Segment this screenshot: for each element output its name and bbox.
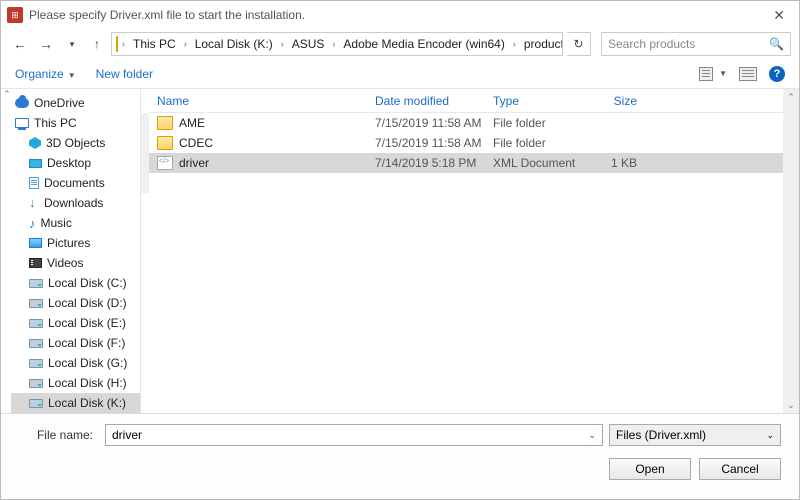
column-name[interactable]: Name xyxy=(149,94,367,108)
tree-item-music[interactable]: ♪Music xyxy=(11,213,140,233)
column-type[interactable]: Type xyxy=(485,94,583,108)
tree-item-label: Local Disk (C:) xyxy=(48,276,127,290)
scroll-down-icon[interactable]: ⌄ xyxy=(783,397,799,413)
breadcrumb-item[interactable]: ASUS xyxy=(288,37,329,51)
chevron-up-icon[interactable]: ⌃ xyxy=(1,89,13,100)
file-row[interactable]: driver7/14/2019 5:18 PMXML Document1 KB xyxy=(149,153,799,173)
tree-item-label: 3D Objects xyxy=(46,136,105,150)
cancel-button[interactable]: Cancel xyxy=(699,458,781,480)
tree-item-downloads[interactable]: Downloads xyxy=(11,193,140,213)
filename-input[interactable]: ⌄ xyxy=(105,424,603,446)
file-type-filter[interactable]: Files (Driver.xml) ⌄ xyxy=(609,424,781,446)
tree-item-local-disk-f-[interactable]: Local Disk (F:) xyxy=(11,333,140,353)
tree-item-label: Downloads xyxy=(44,196,103,210)
tree-item-label: Local Disk (F:) xyxy=(48,336,125,350)
tree-item-label: Local Disk (H:) xyxy=(48,376,127,390)
folder-icon xyxy=(157,136,173,150)
tree-item-local-disk-g-[interactable]: Local Disk (G:) xyxy=(11,353,140,373)
forward-button[interactable]: → xyxy=(35,36,57,52)
tree-item-label: Local Disk (K:) xyxy=(48,396,126,410)
view-options-button[interactable]: ▼ xyxy=(699,67,727,81)
chevron-right-icon: › xyxy=(279,39,286,49)
tree-item-label: Documents xyxy=(44,176,105,190)
tree-item-label: This PC xyxy=(34,116,77,130)
file-list: Name Date modified Type Size AME7/15/201… xyxy=(149,89,799,415)
title-bar: ⊞ Please specify Driver.xml file to star… xyxy=(1,1,799,29)
refresh-button[interactable]: ↻ xyxy=(567,32,591,56)
new-folder-button[interactable]: New folder xyxy=(96,67,153,81)
file-row[interactable]: AME7/15/2019 11:58 AMFile folder xyxy=(149,113,799,133)
close-icon[interactable]: ✕ xyxy=(765,7,793,24)
tree-item-local-disk-e-[interactable]: Local Disk (E:) xyxy=(11,313,140,333)
tree-item-videos[interactable]: Videos xyxy=(11,253,140,273)
app-icon: ⊞ xyxy=(7,7,23,23)
tree-item-label: Pictures xyxy=(47,236,90,250)
tree-scrollbar[interactable] xyxy=(141,113,149,193)
breadcrumb-item[interactable]: Local Disk (K:) xyxy=(191,37,277,51)
xml-file-icon xyxy=(157,156,173,170)
tree-item-this-pc[interactable]: This PC xyxy=(11,113,140,133)
chevron-right-icon: › xyxy=(182,39,189,49)
breadcrumb-item[interactable]: products xyxy=(520,37,563,51)
back-button[interactable]: ← xyxy=(9,36,31,52)
tree-item-pictures[interactable]: Pictures xyxy=(11,233,140,253)
chevron-down-icon[interactable]: ⌄ xyxy=(588,430,596,441)
open-button[interactable]: Open xyxy=(609,458,691,480)
tree-item-label: Local Disk (G:) xyxy=(48,356,127,370)
tree-item-3d-objects[interactable]: 3D Objects xyxy=(11,133,140,153)
tree-item-label: Videos xyxy=(47,256,83,270)
chevron-right-icon: › xyxy=(120,39,127,49)
filename-field[interactable] xyxy=(112,428,588,442)
column-date[interactable]: Date modified xyxy=(367,94,485,108)
scroll-up-icon[interactable]: ⌃ xyxy=(783,89,799,105)
search-icon: 🔍 xyxy=(769,37,784,51)
tree-item-label: Music xyxy=(41,216,72,230)
tree-item-documents[interactable]: Documents xyxy=(11,173,140,193)
tree-item-local-disk-h-[interactable]: Local Disk (H:) xyxy=(11,373,140,393)
chevron-right-icon: › xyxy=(330,39,337,49)
tree-item-local-disk-d-[interactable]: Local Disk (D:) xyxy=(11,293,140,313)
organize-menu[interactable]: Organize▼ xyxy=(15,67,76,81)
up-button[interactable]: ↑ xyxy=(87,37,107,51)
toolbar: Organize▼ New folder ▼ ? xyxy=(1,59,799,89)
tree-item-local-disk-k-[interactable]: Local Disk (K:) xyxy=(11,393,140,413)
chevron-right-icon: › xyxy=(511,39,518,49)
folder-icon xyxy=(157,116,173,130)
nav-tree: ⌃ OneDrive This PC 3D Objects Desktop Docume… xyxy=(1,89,141,415)
nav-row: ← → ▾ ↑ › This PC › Local Disk (K:) › AS… xyxy=(1,29,799,59)
tree-item-local-disk-c-[interactable]: Local Disk (C:) xyxy=(11,273,140,293)
dialog-footer: File name: ⌄ Files (Driver.xml) ⌄ Open C… xyxy=(1,413,799,499)
breadcrumb-item[interactable]: Adobe Media Encoder (win64) xyxy=(339,37,508,51)
folder-icon xyxy=(116,36,118,52)
file-row[interactable]: CDEC7/15/2019 11:58 AMFile folder xyxy=(149,133,799,153)
preview-pane-button[interactable] xyxy=(739,67,757,81)
breadcrumb-item[interactable]: This PC xyxy=(129,37,180,51)
filename-label: File name: xyxy=(19,428,99,442)
tree-item-label: Local Disk (D:) xyxy=(48,296,127,310)
tree-item-desktop[interactable]: Desktop xyxy=(11,153,140,173)
search-input[interactable]: Search products 🔍 xyxy=(601,32,791,56)
help-icon[interactable]: ? xyxy=(769,66,785,82)
recent-dropdown[interactable]: ▾ xyxy=(61,39,83,50)
column-headers: Name Date modified Type Size xyxy=(149,89,799,113)
tree-item-label: Local Disk (E:) xyxy=(48,316,126,330)
address-bar[interactable]: › This PC › Local Disk (K:) › ASUS › Ado… xyxy=(111,32,563,56)
tree-item-label: OneDrive xyxy=(34,96,85,110)
chevron-down-icon: ⌄ xyxy=(766,430,774,441)
window-title: Please specify Driver.xml file to start … xyxy=(29,8,765,22)
search-placeholder: Search products xyxy=(608,37,695,51)
tree-item-onedrive[interactable]: OneDrive xyxy=(11,93,140,113)
vertical-scrollbar[interactable]: ⌃ ⌄ xyxy=(783,89,799,413)
column-size[interactable]: Size xyxy=(583,94,653,108)
tree-item-label: Desktop xyxy=(47,156,91,170)
